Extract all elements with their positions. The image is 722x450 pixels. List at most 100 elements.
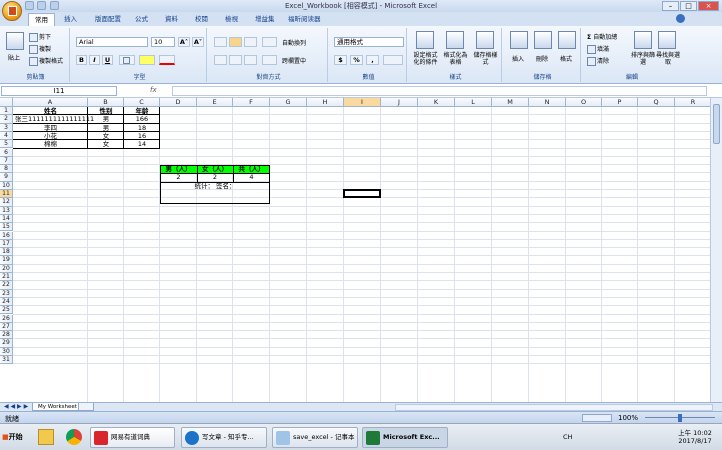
column-header[interactable]: D bbox=[160, 98, 197, 107]
paste-button[interactable]: 貼上 bbox=[8, 53, 20, 62]
row-header[interactable]: 28 bbox=[0, 331, 13, 340]
row-header[interactable]: 5 bbox=[0, 140, 13, 149]
row-header[interactable]: 8 bbox=[0, 165, 13, 174]
align-center-button[interactable] bbox=[229, 55, 242, 65]
tab-review[interactable]: 校閱 bbox=[189, 13, 214, 26]
active-cell[interactable] bbox=[343, 189, 381, 199]
table2-header[interactable]: 男（人） bbox=[160, 165, 197, 174]
format-painter-button[interactable]: 複製格式 bbox=[29, 56, 63, 66]
column-header[interactable]: A bbox=[13, 98, 88, 107]
sheet-nav-arrows[interactable]: ◀ ◀ ▶ ▶ bbox=[4, 403, 28, 410]
table1-cell[interactable]: 李四 bbox=[13, 124, 88, 132]
align-top-button[interactable] bbox=[214, 37, 227, 47]
column-header[interactable]: K bbox=[418, 98, 455, 107]
help-icon[interactable] bbox=[676, 14, 685, 23]
row-header[interactable]: 4 bbox=[0, 131, 13, 141]
row-header[interactable]: 13 bbox=[0, 206, 13, 215]
minimize-button[interactable]: – bbox=[662, 1, 679, 11]
row-header[interactable]: 15 bbox=[0, 223, 13, 232]
table1-cell[interactable]: 女 bbox=[88, 132, 124, 140]
horizontal-scrollbar[interactable] bbox=[395, 404, 713, 411]
row-header[interactable]: 31 bbox=[0, 356, 13, 365]
column-header[interactable]: F bbox=[233, 98, 270, 107]
row-header[interactable]: 12 bbox=[0, 198, 13, 207]
table1-cell[interactable]: 14 bbox=[124, 140, 160, 148]
tab-page-layout[interactable]: 版面配置 bbox=[89, 13, 127, 26]
format-table-button[interactable]: 格式化為表格 bbox=[441, 52, 470, 66]
table2-cell[interactable]: 4 bbox=[233, 173, 270, 181]
bold-button[interactable]: B bbox=[76, 55, 87, 65]
column-header[interactable]: Q bbox=[638, 98, 675, 107]
save-icon[interactable] bbox=[25, 1, 34, 10]
row-header[interactable]: 16 bbox=[0, 231, 13, 240]
new-sheet-button[interactable] bbox=[78, 403, 94, 411]
table1-cell[interactable]: 男 bbox=[88, 124, 124, 132]
find-select-button[interactable]: 尋找與選取 bbox=[655, 52, 681, 66]
row-header[interactable]: 19 bbox=[0, 256, 13, 265]
redo-icon[interactable] bbox=[50, 1, 59, 10]
tab-view[interactable]: 檢視 bbox=[219, 13, 244, 26]
align-left-button[interactable] bbox=[214, 55, 227, 65]
column-header[interactable]: R bbox=[675, 98, 710, 107]
clock-time[interactable]: 上午 10:02 bbox=[672, 427, 718, 437]
fill-color-button[interactable] bbox=[139, 55, 155, 65]
table1-cell[interactable]: 张三1111111111111111 bbox=[13, 115, 94, 123]
column-header[interactable]: L bbox=[455, 98, 492, 107]
sort-filter-button[interactable]: 排序與篩選 bbox=[630, 52, 656, 66]
row-header[interactable]: 11 bbox=[0, 190, 13, 199]
align-middle-button[interactable] bbox=[229, 37, 242, 47]
close-button[interactable]: × bbox=[698, 1, 719, 11]
merge-center-button[interactable]: 跨欄置中 bbox=[282, 56, 306, 65]
border-button[interactable] bbox=[119, 55, 135, 65]
conditional-format-button[interactable]: 設定格式化的條件 bbox=[411, 52, 440, 66]
table1-cell[interactable]: 18 bbox=[124, 124, 160, 132]
task-youdao[interactable]: 网易有道词典 bbox=[90, 427, 175, 448]
row-header[interactable]: 20 bbox=[0, 264, 13, 273]
table2-footer[interactable]: 统计： 签名： bbox=[160, 182, 270, 190]
table1-cell[interactable]: 166 bbox=[124, 115, 160, 123]
start-button[interactable]: ■开始 bbox=[2, 428, 32, 447]
wrap-text-button[interactable]: 自動換列 bbox=[282, 38, 306, 47]
office-button[interactable] bbox=[2, 1, 22, 21]
underline-button[interactable]: U bbox=[102, 55, 113, 65]
table2-cell[interactable]: 2 bbox=[197, 173, 233, 181]
input-language[interactable]: CH bbox=[563, 433, 572, 441]
tab-insert[interactable]: 插入 bbox=[58, 13, 83, 26]
italic-button[interactable]: I bbox=[89, 55, 100, 65]
row-header[interactable]: 6 bbox=[0, 148, 13, 157]
row-header[interactable]: 17 bbox=[0, 239, 13, 249]
font-size-select[interactable]: 10 bbox=[151, 37, 175, 47]
cut-button[interactable]: 剪下 bbox=[29, 32, 51, 42]
task-zhihu[interactable]: 写文章 - 知乎专... bbox=[181, 427, 267, 448]
format-cells-button[interactable]: 格式 bbox=[560, 54, 572, 63]
autosum-button[interactable]: Σ 自動加總 bbox=[587, 32, 617, 41]
number-format-select[interactable]: 通用格式 bbox=[334, 37, 404, 47]
clock-date[interactable]: 2017/8/17 bbox=[672, 437, 718, 445]
task-notepad[interactable]: save_excel - 记事本 bbox=[272, 427, 358, 448]
sheet-tab-my-worksheet[interactable]: My Worksheet bbox=[32, 403, 83, 411]
row-header[interactable]: 10 bbox=[0, 181, 13, 190]
column-header[interactable]: C bbox=[124, 98, 160, 107]
percent-button[interactable]: % bbox=[350, 55, 363, 65]
maximize-button[interactable]: □ bbox=[680, 1, 697, 11]
zoom-level[interactable]: 100% bbox=[618, 414, 638, 422]
table1-header[interactable]: 年龄 bbox=[124, 107, 160, 115]
chrome-icon[interactable] bbox=[66, 429, 82, 445]
table1-cell[interactable]: 16 bbox=[124, 132, 160, 140]
row-header[interactable]: 2 bbox=[0, 115, 13, 124]
align-bottom-button[interactable] bbox=[244, 37, 257, 47]
table1-cell[interactable]: 男 bbox=[88, 115, 124, 123]
task-excel[interactable]: Microsoft Exc... bbox=[362, 427, 448, 448]
currency-button[interactable]: $ bbox=[334, 55, 347, 65]
paste-icon[interactable] bbox=[6, 32, 24, 50]
fill-button[interactable]: 填滿 bbox=[587, 44, 609, 54]
row-header[interactable]: 29 bbox=[0, 339, 13, 348]
indent-button[interactable] bbox=[262, 55, 277, 65]
tab-foxit[interactable]: 福昕阅读器 bbox=[282, 13, 327, 26]
tab-formulas[interactable]: 公式 bbox=[129, 13, 154, 26]
undo-icon[interactable] bbox=[37, 1, 46, 10]
row-header[interactable]: 25 bbox=[0, 306, 13, 315]
table2-header[interactable]: 女（人） bbox=[197, 165, 233, 174]
zoom-slider-thumb[interactable] bbox=[678, 414, 682, 422]
font-color-button[interactable] bbox=[159, 55, 175, 65]
